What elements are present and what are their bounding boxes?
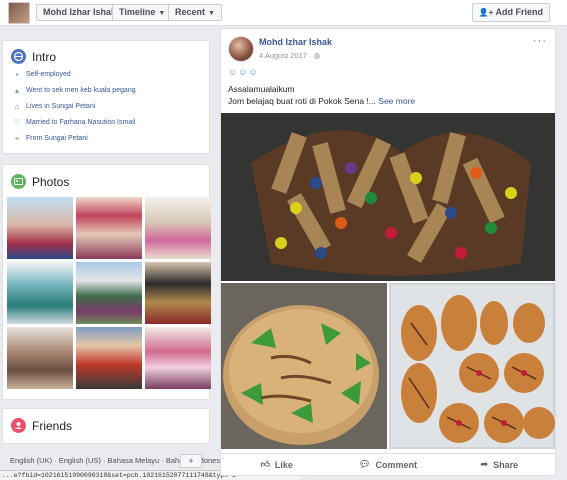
intro-card: Intro ▪ Self-employed ▴ Went to sek men ke… [2, 40, 210, 154]
photo-thumbnail[interactable] [76, 327, 142, 389]
post-image-pastries[interactable] [389, 283, 555, 449]
intro-item-work[interactable]: ▪ Self-employed [13, 67, 136, 83]
photo-thumbnail[interactable] [145, 262, 211, 324]
photos-header[interactable]: Photos [11, 174, 69, 189]
photo-thumbnail[interactable] [7, 262, 73, 324]
add-friend-icon: 👤+ [478, 8, 494, 17]
photo-grid [7, 197, 211, 389]
heart-icon: ♡ [13, 118, 21, 127]
add-friend-label: Add Friend [495, 7, 544, 17]
thumbs-up-icon: 👍︎ [260, 459, 270, 469]
photo-thumbnail[interactable] [7, 327, 73, 389]
intro-title: Intro [32, 49, 57, 64]
friends-header[interactable]: Friends [11, 418, 72, 433]
briefcase-icon: ▪ [15, 70, 19, 79]
timeline-dropdown[interactable]: Timeline ▼ [112, 4, 173, 21]
intro-header: Intro [11, 49, 56, 64]
graduation-cap-icon: ▴ [14, 86, 19, 95]
location-pin-icon: ⌖ [14, 134, 20, 143]
post-author-name[interactable]: Mohd Izhar Ishak [259, 37, 332, 47]
photos-title: Photos [32, 174, 70, 189]
intro-item-lives[interactable]: ⌂ Lives in Sungai Petani [13, 99, 136, 115]
intro-list: ▪ Self-employed ▴ Went to sek men keb kual… [13, 67, 136, 147]
recent-dropdown[interactable]: Recent ▼ [168, 4, 222, 21]
post-text-line: Assalamualaikum [228, 84, 295, 94]
photo-thumbnail[interactable] [7, 197, 73, 259]
profile-name-button[interactable]: Mohd Izhar Ishak [36, 4, 124, 21]
post-card: Mohd Izhar Ishak 4 August 2017 · ◍ ··· ☺… [220, 28, 556, 476]
more-options-icon[interactable]: ··· [533, 35, 547, 47]
post-text: Assalamualaikum Jom belajaq buat roti di… [228, 83, 415, 107]
recent-label: Recent [175, 7, 206, 17]
photo-thumbnail[interactable] [76, 262, 142, 324]
post-action-bar: 👍︎ Like 💬︎ Comment ➦ Share [221, 453, 555, 475]
photo-thumbnail[interactable] [145, 327, 211, 389]
see-more-link[interactable]: See more [378, 96, 415, 106]
add-friend-button[interactable]: 👤+ Add Friend [471, 3, 550, 22]
timeline-label: Timeline [119, 7, 156, 17]
share-button[interactable]: ➦ Share [444, 454, 555, 475]
profile-thumbnail[interactable] [8, 2, 30, 24]
comment-icon: 💬︎ [359, 459, 371, 469]
intro-item-from[interactable]: ⌖ From Sungai Petani [13, 131, 136, 147]
post-image-main[interactable] [221, 113, 555, 281]
profile-name: Mohd Izhar Ishak [43, 7, 117, 17]
post-text-line: Jom belajaq buat roti di Pokok Sena !... [228, 96, 376, 106]
photo-thumbnail[interactable] [145, 197, 211, 259]
friends-title: Friends [32, 418, 73, 433]
post-author-avatar[interactable] [228, 36, 254, 62]
post-emoticons: ☺☺☺ [228, 67, 259, 77]
photos-card: Photos [2, 164, 211, 400]
chevron-down-icon: ▼ [158, 10, 166, 17]
intro-item-education[interactable]: ▴ Went to sek men keb kuala pegang [13, 83, 136, 99]
share-icon: ➦ [480, 459, 489, 469]
photo-icon [11, 174, 26, 189]
globe-icon [11, 49, 26, 64]
top-bar: Mohd Izhar Ishak Timeline ▼ Recent ▼ 👤+ Ad… [0, 0, 567, 26]
comment-button[interactable]: 💬︎ Comment [332, 454, 443, 475]
like-button[interactable]: 👍︎ Like [221, 454, 332, 475]
photo-thumbnail[interactable] [76, 197, 142, 259]
chevron-down-icon: ▼ [208, 10, 215, 17]
home-icon: ⌂ [14, 102, 20, 111]
add-language-button[interactable]: + [180, 454, 202, 468]
globe-icon: ◍ [313, 51, 321, 60]
post-image-cake[interactable] [221, 283, 387, 449]
intro-item-relationship[interactable]: ♡ Married to Farhana Nasution Ismail [13, 115, 136, 131]
friends-icon [11, 418, 26, 433]
friends-card: Friends [2, 408, 210, 444]
post-date[interactable]: 4 August 2017 · ◍ [259, 51, 320, 60]
